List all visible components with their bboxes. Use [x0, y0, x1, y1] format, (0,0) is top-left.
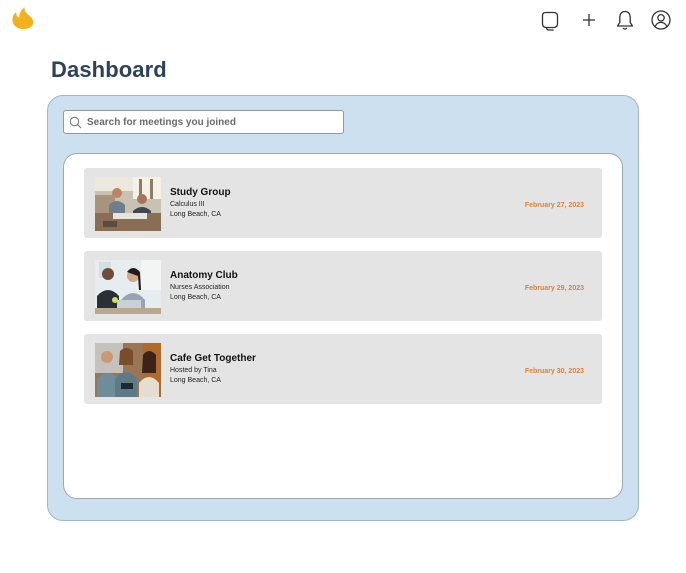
user-circle-icon — [651, 10, 671, 30]
page-title: Dashboard — [51, 57, 167, 82]
meeting-title: Anatomy Club — [170, 270, 238, 281]
notifications-button[interactable] — [614, 9, 636, 31]
meeting-location: Long Beach, CA — [170, 211, 221, 218]
meeting-date: February 30, 2023 — [524, 368, 584, 375]
meeting-thumbnail — [95, 343, 161, 397]
meeting-title: Cafe Get Together — [170, 353, 256, 364]
meeting-card[interactable]: Cafe Get Together Hosted by Tina Long Be… — [84, 334, 602, 404]
meeting-date: February 29, 2023 — [524, 285, 584, 292]
meeting-location: Long Beach, CA — [170, 377, 221, 384]
meeting-photo — [95, 260, 161, 314]
meeting-title: Study Group — [170, 187, 231, 198]
meetings-list: Study Group Calculus III Long Beach, CA … — [63, 153, 623, 499]
search-box[interactable] — [63, 110, 344, 134]
chat-button[interactable] — [539, 9, 561, 31]
add-button[interactable] — [578, 9, 600, 31]
meeting-photo — [95, 343, 161, 397]
plus-icon — [583, 14, 595, 26]
bell-icon — [616, 10, 634, 30]
meeting-thumbnail — [95, 177, 161, 231]
dashboard-panel: Study Group Calculus III Long Beach, CA … — [47, 95, 639, 521]
meeting-photo — [95, 177, 161, 231]
meeting-thumbnail — [95, 260, 161, 314]
meeting-subtitle: Hosted by Tina — [170, 367, 217, 374]
meeting-date: February 27, 2023 — [524, 202, 584, 209]
meeting-subtitle: Nurses Association — [170, 284, 230, 291]
profile-button[interactable] — [650, 9, 672, 31]
meeting-card[interactable]: Study Group Calculus III Long Beach, CA … — [84, 168, 602, 238]
meeting-location: Long Beach, CA — [170, 294, 221, 301]
meeting-card[interactable]: Anatomy Club Nurses Association Long Bea… — [84, 251, 602, 321]
chat-icon — [541, 11, 559, 31]
app-logo[interactable] — [11, 6, 35, 30]
flame-icon — [12, 7, 34, 29]
search-input[interactable] — [87, 113, 339, 131]
meeting-subtitle: Calculus III — [170, 201, 205, 208]
search-icon — [69, 116, 82, 129]
